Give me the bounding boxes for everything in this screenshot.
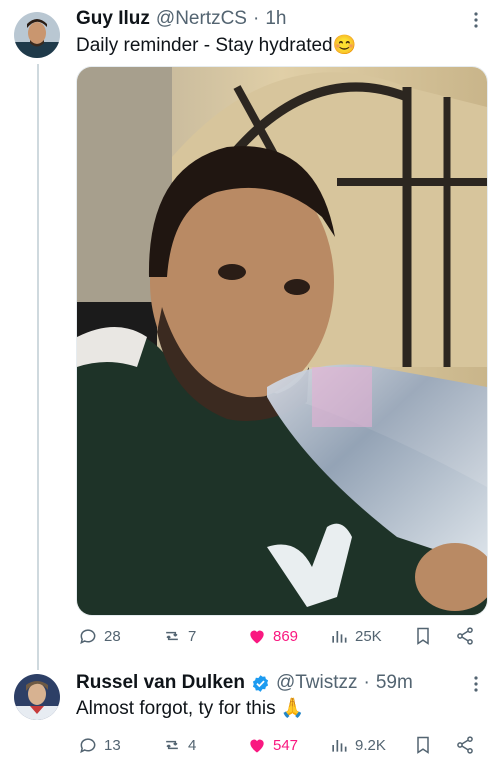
avatar-image	[14, 674, 60, 720]
verified-icon	[252, 674, 269, 692]
retweet-icon	[166, 740, 178, 750]
reply-more-icon[interactable]	[466, 674, 486, 694]
reply-like-button[interactable]: 547	[247, 735, 298, 755]
separator: ·	[252, 8, 260, 29]
bookmark-button[interactable]	[413, 626, 433, 646]
retweet-icon	[166, 631, 178, 641]
bookmark-icon	[417, 736, 429, 754]
retweet-count: 4	[188, 736, 197, 754]
reply-text-content: Almost forgot, ty for this	[76, 698, 276, 719]
like-count: 869	[273, 627, 299, 645]
share-button[interactable]	[455, 626, 475, 646]
retweet-count: 7	[188, 627, 197, 645]
media-photo	[77, 67, 487, 615]
reply-share-button[interactable]	[455, 735, 475, 755]
tweet-media[interactable]	[76, 66, 488, 616]
avatar-image	[14, 12, 60, 58]
share-icon	[457, 736, 473, 754]
views-count: 9.2K	[355, 736, 386, 754]
reply-text: Almost forgot, ty for this 🙏	[76, 698, 305, 720]
views-icon	[332, 631, 347, 643]
like-icon	[250, 630, 264, 644]
reply-author-handle[interactable]: @Twistzz	[276, 672, 358, 694]
views-icon	[332, 740, 347, 752]
retweet-button[interactable]: 7	[162, 626, 196, 646]
bookmark-icon	[417, 627, 429, 645]
reply-author-name[interactable]: Russel van Dulken	[76, 672, 245, 694]
share-icon	[457, 627, 473, 645]
separator: ·	[363, 672, 370, 693]
thread-line	[37, 64, 39, 670]
like-button[interactable]: 869	[247, 626, 298, 646]
reply-avatar[interactable]	[14, 674, 60, 720]
views-button[interactable]: 25K	[329, 626, 382, 646]
reply-button[interactable]: 28	[78, 626, 121, 646]
reply-count: 28	[104, 627, 121, 645]
reply-retweet-button[interactable]: 4	[162, 735, 196, 755]
reply-header: Russel van Dulken @Twistzz · 59m	[76, 672, 413, 694]
reply-reply-button[interactable]: 13	[78, 735, 121, 755]
reply-icon	[80, 738, 96, 754]
reply-timestamp[interactable]: 59m	[376, 672, 413, 694]
views-count: 25K	[355, 627, 382, 645]
more-icon[interactable]	[466, 10, 486, 30]
tweet-header: Guy Iluz @NertzCS · 1h	[76, 8, 286, 30]
reply-views-button[interactable]: 9.2K	[329, 735, 386, 755]
timestamp[interactable]: 1h	[265, 8, 286, 30]
emoji: 🙏	[280, 698, 305, 719]
avatar[interactable]	[14, 12, 60, 58]
reply-icon	[80, 629, 96, 645]
tweet-text: Daily reminder - Stay hydrated😊	[76, 35, 356, 57]
reply-bookmark-button[interactable]	[413, 735, 433, 755]
author-name[interactable]: Guy Iluz	[76, 8, 150, 30]
emoji: 😊	[332, 35, 357, 56]
author-handle[interactable]: @NertzCS	[156, 8, 247, 30]
reply-count: 13	[104, 736, 121, 754]
tweet-text-content: Daily reminder - Stay hydrated	[76, 35, 333, 56]
like-icon	[250, 739, 264, 753]
like-count: 547	[273, 736, 299, 754]
